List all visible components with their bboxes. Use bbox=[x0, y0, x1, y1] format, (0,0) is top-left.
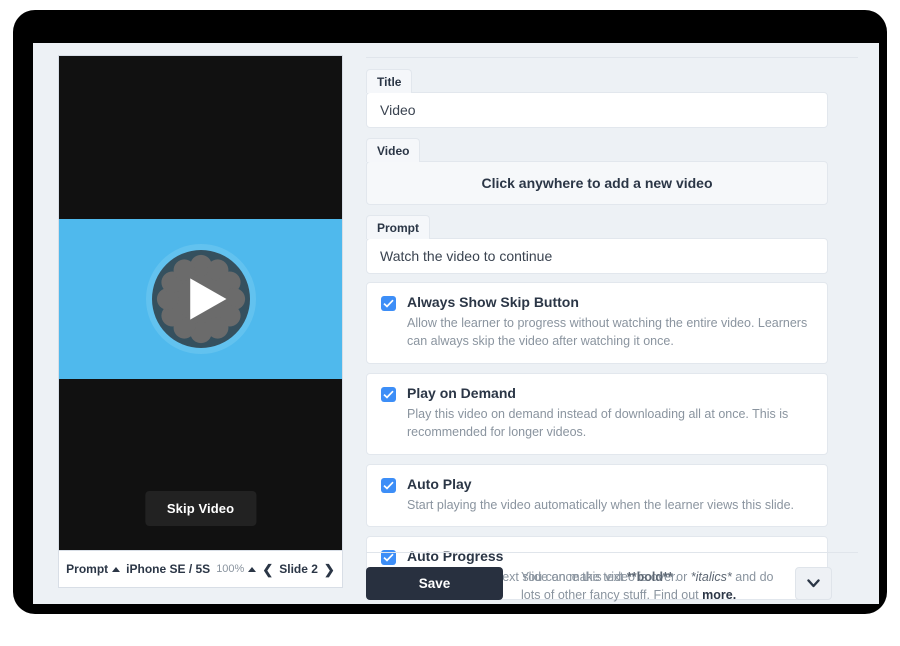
device-frame: Skip Video Prompt iPhone SE / 5S 100% ❮ … bbox=[13, 10, 887, 614]
video-dropzone[interactable]: Click anywhere to add a new video bbox=[366, 161, 828, 205]
checkbox-play-on-demand[interactable] bbox=[381, 387, 396, 402]
option-title: Play on Demand bbox=[407, 385, 516, 401]
help-mid: or bbox=[672, 570, 691, 584]
zoom-label: 100% bbox=[216, 563, 245, 575]
slide-label: Slide 2 bbox=[279, 562, 318, 576]
caret-up-icon bbox=[112, 566, 121, 572]
skip-video-button[interactable]: Skip Video bbox=[144, 491, 257, 526]
markdown-help-text: You can make text **bold** or *italics* … bbox=[521, 567, 777, 604]
zoom-selector[interactable]: 100% bbox=[216, 563, 257, 575]
option-title: Auto Play bbox=[407, 476, 472, 492]
app-screen: Skip Video Prompt iPhone SE / 5S 100% ❮ … bbox=[33, 43, 879, 604]
top-divider bbox=[366, 57, 858, 58]
form-fields: Title Video Video Click anywhere to add … bbox=[366, 69, 828, 604]
preview-mode-label: Prompt bbox=[66, 562, 109, 576]
prompt-input[interactable]: Watch the video to continue bbox=[366, 238, 828, 274]
play-icon[interactable] bbox=[145, 244, 256, 354]
chevron-right-icon[interactable]: ❯ bbox=[324, 563, 335, 576]
option-row-always-show-skip-button[interactable]: Always Show Skip Button Allow the learne… bbox=[366, 282, 828, 364]
video-field-group: Video Click anywhere to add a new video bbox=[366, 138, 828, 205]
check-icon bbox=[383, 553, 394, 562]
form-footer: Save You can make text **bold** or *ital… bbox=[366, 567, 858, 604]
option-row-play-on-demand[interactable]: Play on Demand Play this video on demand… bbox=[366, 373, 828, 455]
check-icon bbox=[383, 299, 394, 308]
help-italic: *italics* bbox=[690, 570, 732, 584]
option-row-auto-play[interactable]: Auto Play Start playing the video automa… bbox=[366, 464, 828, 528]
option-text: Auto Play Start playing the video automa… bbox=[407, 476, 813, 514]
check-icon bbox=[383, 481, 394, 490]
bottom-divider bbox=[366, 552, 858, 553]
device-selector[interactable]: iPhone SE / 5S bbox=[126, 562, 210, 576]
chevron-left-icon[interactable]: ❮ bbox=[262, 563, 273, 576]
chevron-down-icon bbox=[807, 579, 820, 588]
help-bold: **bold** bbox=[626, 570, 673, 584]
option-title: Always Show Skip Button bbox=[407, 294, 579, 310]
preview-panel: Skip Video Prompt iPhone SE / 5S 100% ❮ … bbox=[33, 43, 343, 604]
prompt-field-label: Prompt bbox=[366, 215, 430, 239]
option-text: Play on Demand Play this video on demand… bbox=[407, 385, 813, 442]
title-input-value: Video bbox=[380, 102, 416, 118]
gear-icon bbox=[156, 254, 245, 344]
preview-toolbar: Prompt iPhone SE / 5S 100% ❮ Slide 2 ❯ bbox=[58, 551, 343, 588]
option-text: Always Show Skip Button Allow the learne… bbox=[407, 294, 813, 351]
option-description: Play this video on demand instead of dow… bbox=[407, 406, 789, 440]
option-description: Start playing the video automatically wh… bbox=[407, 497, 795, 512]
expand-button[interactable] bbox=[795, 567, 832, 600]
caret-up-icon bbox=[248, 566, 257, 572]
title-input[interactable]: Video bbox=[366, 92, 828, 128]
prompt-input-value: Watch the video to continue bbox=[380, 248, 553, 264]
form-panel: Title Video Video Click anywhere to add … bbox=[340, 43, 879, 604]
help-prefix: You can make text bbox=[521, 570, 627, 584]
title-field-group: Title Video bbox=[366, 69, 828, 128]
option-title: Auto Progress bbox=[407, 548, 504, 565]
option-description: Allow the learner to progress without wa… bbox=[407, 315, 808, 349]
check-icon bbox=[383, 390, 394, 399]
video-stage: Skip Video bbox=[59, 56, 342, 550]
checkbox-auto-play[interactable] bbox=[381, 478, 396, 493]
checkbox-always-show-skip-button[interactable] bbox=[381, 296, 396, 311]
phone-preview[interactable]: Skip Video bbox=[58, 55, 343, 551]
video-field-label: Video bbox=[366, 138, 421, 162]
prompt-field-group: Prompt Watch the video to continue bbox=[366, 215, 828, 274]
device-label: iPhone SE / 5S bbox=[126, 562, 211, 576]
help-more-link[interactable]: more. bbox=[702, 588, 736, 602]
preview-mode-selector[interactable]: Prompt bbox=[66, 562, 121, 576]
save-button[interactable]: Save bbox=[366, 567, 503, 600]
title-field-label: Title bbox=[366, 69, 413, 93]
